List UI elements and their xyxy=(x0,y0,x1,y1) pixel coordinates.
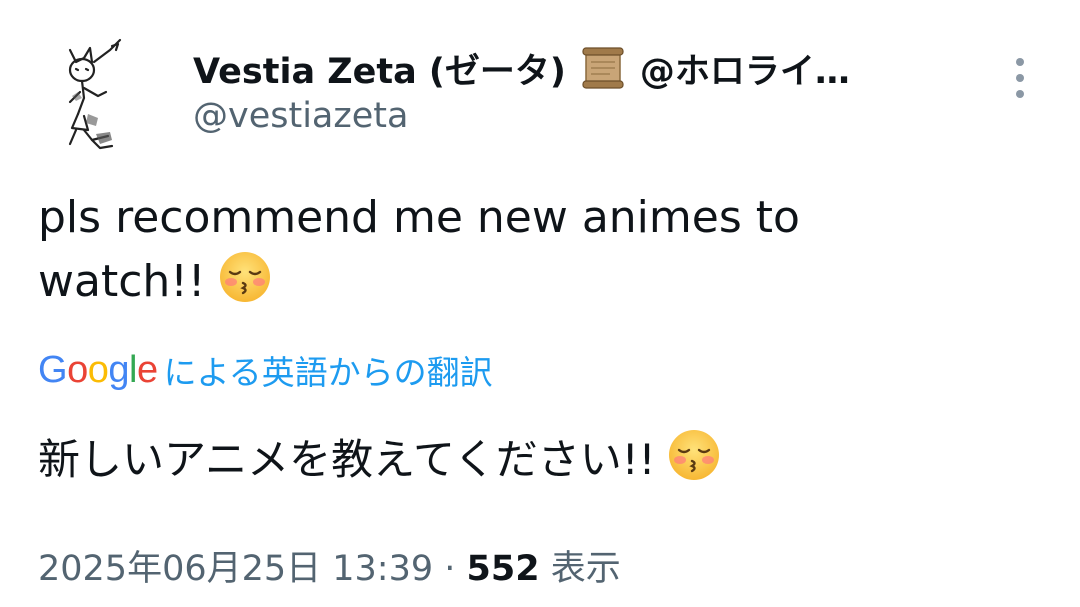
more-dot-icon xyxy=(1016,74,1024,82)
kissing-face-emoji-icon xyxy=(667,428,721,482)
tweet-text-line-2: watch!! xyxy=(38,250,1048,314)
translated-text: 新しいアニメを教えてください!! xyxy=(38,428,1048,492)
translated-text-content: 新しいアニメを教えてください!! xyxy=(38,435,656,484)
views-label[interactable]: 表示 xyxy=(540,549,621,589)
avatar-drawing xyxy=(68,38,122,150)
avatar[interactable] xyxy=(48,36,148,156)
author-display-name[interactable]: Vestia Zeta (ゼータ) xyxy=(193,43,566,94)
tweet-timestamp[interactable]: 2025年06月25日 13:39 xyxy=(38,549,433,589)
more-options-button[interactable] xyxy=(1004,56,1036,100)
author-name-row[interactable]: Vestia Zeta (ゼータ) @ホロライ… xyxy=(193,40,973,96)
views-count[interactable]: 552 xyxy=(467,549,540,589)
google-logo: Google xyxy=(38,348,158,391)
tweet-text-line-1: pls recommend me new animes to xyxy=(38,192,800,243)
tweet-card: Vestia Zeta (ゼータ) @ホロライ… @vestiazeta pls… xyxy=(0,0,1080,607)
tweet-text: pls recommend me new animes to watch!! xyxy=(38,186,1048,314)
scroll-emoji-icon xyxy=(580,46,626,90)
author-handle[interactable]: @vestiazeta xyxy=(193,96,408,136)
meta-separator: · xyxy=(433,549,467,589)
author-name-suffix[interactable]: @ホロライ… xyxy=(640,43,850,94)
translation-label[interactable]: による英語からの翻訳 xyxy=(164,346,493,394)
tweet-meta: 2025年06月25日 13:39 · 552 表示 xyxy=(38,540,621,591)
kissing-face-emoji-icon xyxy=(218,250,272,304)
tweet-text-line-2-text: watch!! xyxy=(38,256,206,307)
more-dot-icon xyxy=(1016,90,1024,98)
translation-attribution[interactable]: Google による英語からの翻訳 xyxy=(38,346,493,394)
more-dot-icon xyxy=(1016,58,1024,66)
